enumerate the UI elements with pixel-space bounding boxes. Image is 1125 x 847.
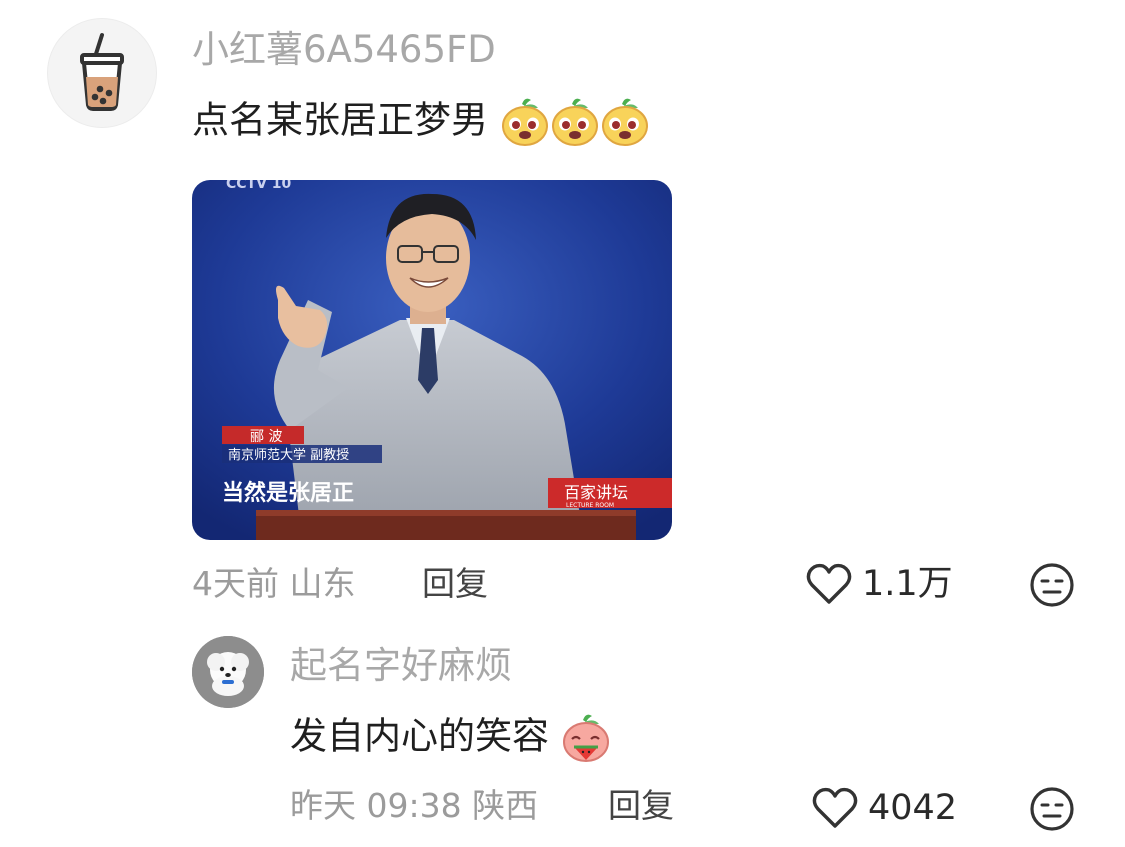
comment-text: 点名某张居正梦男 [192, 98, 488, 142]
white-dog-avatar [192, 636, 264, 708]
reply-like-count: 4042 [868, 788, 958, 828]
reply-time: 昨天 09:38 [290, 786, 462, 825]
title-caption: 南京师范大学 副教授 [228, 447, 349, 463]
comment-avatar[interactable] [47, 18, 157, 128]
lecturer-photo: 郦 波 南京师范大学 副教授 当然是张居正 百家讲坛 LECTURE ROOM … [192, 180, 672, 540]
program-logo: 百家讲坛 [564, 483, 628, 502]
name-caption: 郦 波 [250, 429, 282, 445]
comment-image[interactable]: 郦 波 南京师范大学 副教授 当然是张居正 百家讲坛 LECTURE ROOM … [192, 180, 672, 540]
comment-meta: 4天前 山东 [192, 562, 356, 606]
meh-face-icon [1030, 787, 1074, 831]
program-logo-sub: LECTURE ROOM [566, 502, 614, 509]
like-button[interactable]: 1.1万 [806, 562, 953, 606]
comment-time: 4天前 [192, 564, 279, 603]
reply-avatar[interactable] [192, 636, 264, 708]
mango-emoji-icon [551, 98, 598, 146]
mango-emoji-icon [501, 98, 548, 146]
reply-text-row: 发自内心的笑容 [290, 712, 611, 764]
reply-location: 陕西 [472, 786, 539, 825]
heart-outline-icon [812, 787, 858, 828]
dislike-button[interactable] [1029, 562, 1075, 612]
reply-username[interactable]: 起名字好麻烦 [290, 642, 512, 690]
channel-logo: CCTV 10 [226, 180, 292, 192]
subtitle-caption: 当然是张居正 [222, 480, 354, 506]
reply-text: 发自内心的笑容 [290, 714, 549, 758]
reply-reply-button[interactable]: 回复 [608, 784, 674, 828]
reply-button[interactable]: 回复 [422, 562, 488, 606]
comment-text-row: 点名某张居正梦男 [192, 96, 650, 148]
mango-emoji-icon [601, 98, 648, 146]
meh-face-icon [1030, 563, 1074, 607]
like-count: 1.1万 [862, 564, 953, 604]
reply-like-button[interactable]: 4042 [812, 786, 957, 830]
reply-meta: 昨天 09:38 陕西 [290, 784, 538, 828]
peach-watermelon-emoji-icon [562, 714, 609, 762]
bubble-tea-icon [80, 33, 124, 111]
comment-username[interactable]: 小红薯6A5465FD [192, 26, 496, 74]
comment-location: 山东 [289, 564, 356, 603]
heart-outline-icon [806, 563, 852, 604]
reply-dislike-button[interactable] [1029, 786, 1075, 836]
